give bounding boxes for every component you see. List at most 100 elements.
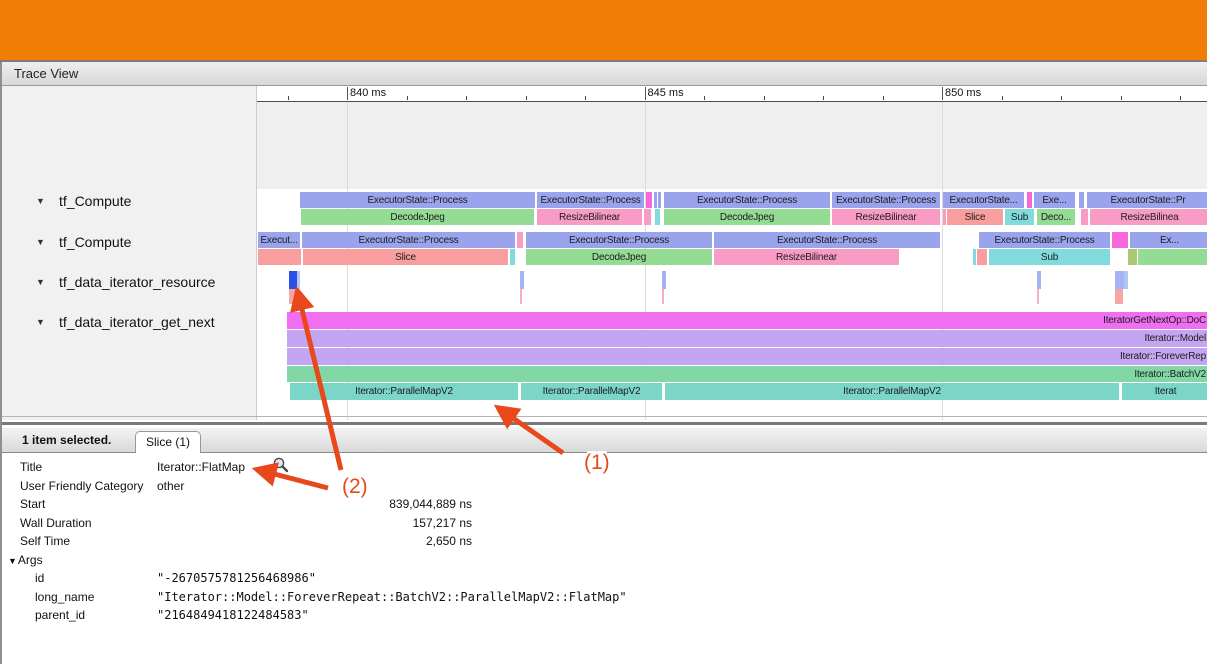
trace-slice[interactable] — [297, 271, 300, 289]
trace-slice[interactable] — [289, 289, 299, 304]
trace-slice-iteratorgetnextop-doc[interactable]: IteratorGetNextOp::DoC — [287, 312, 1207, 329]
ruler-tick — [704, 96, 705, 100]
trace-slice[interactable] — [520, 271, 524, 289]
track-label: tf_data_iterator_resource — [59, 272, 215, 292]
ruler-tick — [466, 96, 467, 100]
trace-slice-slice[interactable]: Slice — [303, 249, 508, 265]
top-orange-banner — [0, 0, 1207, 62]
trace-slice-ex-[interactable]: Ex... — [1130, 232, 1207, 248]
sidebar-track-tf_Compute[interactable]: ▼tf_Compute — [2, 191, 256, 211]
trace-slice-iterator-model[interactable]: Iterator::Model — [287, 330, 1207, 347]
trace-slice-resizebilinear[interactable]: ResizeBilinear — [537, 209, 642, 225]
trace-slice-deco-[interactable]: Deco... — [1037, 209, 1075, 225]
trace-slice[interactable] — [517, 232, 523, 248]
trace-slice[interactable] — [662, 271, 666, 289]
sidebar-track-tf_Compute[interactable]: ▼tf_Compute — [2, 232, 256, 252]
collapse-triangle-icon[interactable]: ▼ — [36, 272, 45, 292]
time-ruler: 840 ms845 ms850 ms — [257, 86, 1207, 102]
ruler-label: 845 ms — [648, 87, 684, 99]
detail-label: Wall Duration — [20, 516, 92, 530]
trace-slice-executorstate-process[interactable]: ExecutorState::Process — [664, 192, 830, 208]
trace-slice-execut-[interactable]: Execut... — [258, 232, 300, 248]
trace-slice-resizebilinea[interactable]: ResizeBilinea — [1090, 209, 1207, 225]
collapse-triangle-icon[interactable]: ▼ — [36, 191, 45, 211]
trace-slice-executorstate-process[interactable]: ExecutorState::Process — [832, 192, 940, 208]
trace-slice[interactable] — [520, 289, 522, 304]
trace-slice-slice[interactable]: Slice — [947, 209, 1003, 225]
trace-slice[interactable] — [1112, 232, 1128, 248]
ruler-tick — [823, 96, 824, 100]
trace-slice-executorstate-pr[interactable]: ExecutorState::Pr — [1087, 192, 1207, 208]
detail-value: Iterator::FlatMap — [157, 460, 245, 474]
trace-slice-executorstate-process[interactable]: ExecutorState::Process — [537, 192, 644, 208]
trace-slice-executorstate-process[interactable]: ExecutorState::Process — [979, 232, 1110, 248]
trace-slice[interactable] — [1079, 192, 1084, 208]
trace-slice[interactable] — [655, 209, 660, 225]
trace-slice-iterator-foreverrep[interactable]: Iterator::ForeverRep — [287, 348, 1207, 365]
collapse-triangle-icon[interactable]: ▼ — [36, 232, 45, 252]
trace-slice[interactable] — [510, 249, 515, 265]
trace-viewer-window: Trace View ▼tf_Compute▼tf_Compute▼tf_dat… — [0, 62, 1207, 664]
trace-slice[interactable] — [662, 289, 664, 304]
timeline-empty-area — [257, 102, 1207, 189]
trace-slice[interactable] — [1037, 271, 1041, 289]
trace-slice[interactable] — [943, 209, 946, 225]
ruler-tick — [883, 96, 884, 100]
trace-slice-executorstate-process[interactable]: ExecutorState::Process — [302, 232, 515, 248]
trace-slice[interactable] — [644, 209, 651, 225]
trace-body: ▼tf_Compute▼tf_Compute▼tf_data_iterator_… — [2, 86, 1207, 420]
sidebar-track-tf_data_iterator_get_next[interactable]: ▼tf_data_iterator_get_next — [2, 312, 256, 332]
detail-label: User Friendly Category — [20, 479, 143, 493]
trace-slice-iterator-parallelmapv2[interactable]: Iterator::ParallelMapV2 — [521, 383, 662, 400]
trace-slice-resizebilinear[interactable]: ResizeBilinear — [832, 209, 940, 225]
tab-slice[interactable]: Slice (1) — [135, 431, 201, 453]
arg-row-id: id "-2670575781256468986" — [2, 569, 702, 587]
sidebar-track-tf_data_iterator_resource[interactable]: ▼ tf_data_iterator_resource — [2, 272, 256, 292]
trace-slice-resizebilinear[interactable]: ResizeBilinear — [714, 249, 899, 265]
trace-slice[interactable] — [289, 271, 297, 289]
trace-slice-decodejpeg[interactable]: DecodeJpeg — [301, 209, 534, 225]
trace-slice[interactable] — [258, 249, 301, 265]
trace-slice-executorstate-process[interactable]: ExecutorState::Process — [526, 232, 712, 248]
trace-slice-iterat[interactable]: Iterat — [1122, 383, 1207, 400]
trace-slice-sub[interactable]: Sub — [1005, 209, 1034, 225]
detail-row-title: TitleIterator::FlatMap — [2, 458, 702, 476]
trace-slice-exe-[interactable]: Exe... — [1034, 192, 1075, 208]
trace-slice-decodejpeg[interactable]: DecodeJpeg — [526, 249, 712, 265]
trace-slice-sub[interactable]: Sub — [989, 249, 1110, 265]
args-triangle-icon: ▼ — [8, 556, 17, 566]
trace-slice[interactable] — [1115, 289, 1123, 304]
ruler-tick — [1061, 96, 1062, 100]
trace-slice-executorstate-process[interactable]: ExecutorState::Process — [714, 232, 940, 248]
arg-key: id — [35, 571, 44, 585]
trace-slice-executorstate-[interactable]: ExecutorState... — [943, 192, 1024, 208]
trace-slice[interactable] — [973, 249, 976, 265]
trace-slice[interactable] — [1081, 209, 1088, 225]
detail-label: Self Time — [20, 534, 70, 548]
arg-value: "-2670575781256468986" — [157, 571, 316, 585]
trace-slice[interactable] — [1128, 249, 1137, 265]
trace-slice[interactable] — [1027, 192, 1032, 208]
trace-slice[interactable] — [658, 192, 661, 208]
ruler-tick — [1121, 96, 1122, 100]
trace-slice-decodejpeg[interactable]: DecodeJpeg — [664, 209, 830, 225]
trace-slice[interactable] — [646, 192, 652, 208]
trace-slice[interactable] — [977, 249, 987, 265]
panel-divider-thick[interactable] — [2, 422, 1207, 425]
trace-slice[interactable] — [1138, 249, 1207, 265]
trace-slice[interactable] — [1124, 271, 1128, 289]
trace-slice[interactable] — [1037, 289, 1039, 304]
detail-row-wall-duration: Wall Duration157,217 ns — [2, 514, 702, 532]
collapse-triangle-icon[interactable]: ▼ — [36, 312, 45, 332]
arg-value: "2164849418122484583" — [157, 608, 309, 622]
trace-slice[interactable] — [1115, 271, 1124, 289]
detail-value: 2,650 ns — [157, 534, 472, 548]
trace-slice-iterator-parallelmapv2[interactable]: Iterator::ParallelMapV2 — [665, 383, 1119, 400]
args-toggle[interactable]: ▼Args — [8, 553, 43, 567]
trace-slice-iterator-batchv2[interactable]: Iterator::BatchV2 — [287, 366, 1207, 382]
timeline-canvas[interactable]: 840 ms845 ms850 ms ExecutorState::Proces… — [257, 86, 1207, 420]
trace-slice-executorstate-process[interactable]: ExecutorState::Process — [300, 192, 535, 208]
magnifier-icon[interactable] — [272, 456, 290, 474]
trace-slice-iterator-parallelmapv2[interactable]: Iterator::ParallelMapV2 — [290, 383, 518, 400]
trace-slice[interactable] — [654, 192, 657, 208]
